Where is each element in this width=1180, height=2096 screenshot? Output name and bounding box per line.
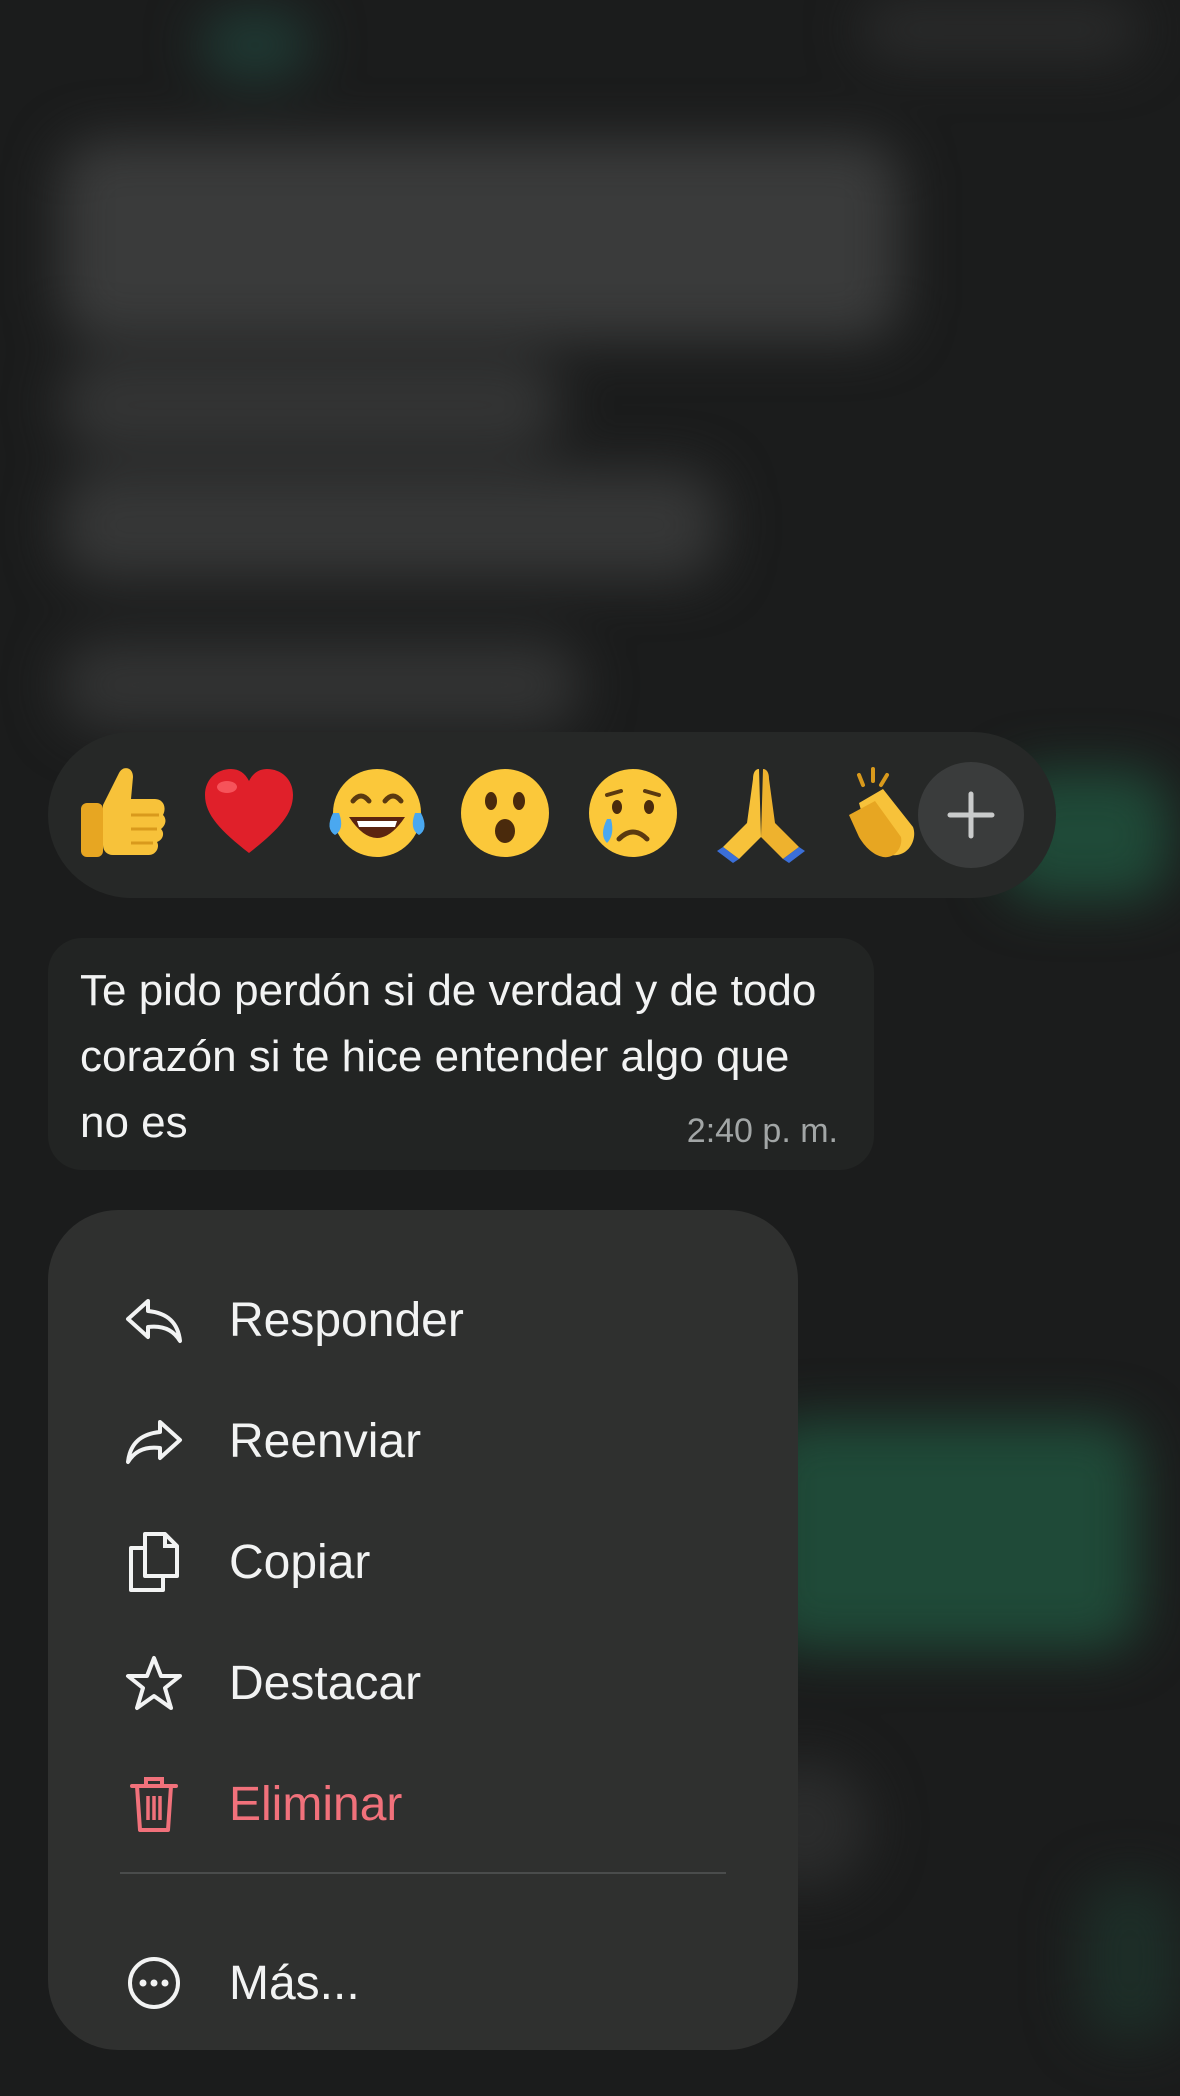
plus-icon bbox=[946, 790, 996, 840]
folded-hands-emoji[interactable] bbox=[706, 758, 816, 868]
thumbs-up-emoji[interactable] bbox=[66, 758, 176, 868]
menu-item-reenviar[interactable]: Reenviar bbox=[48, 1386, 798, 1496]
menu-label: Más... bbox=[229, 1956, 360, 2010]
forward-icon bbox=[124, 1411, 184, 1471]
menu-item-destacar[interactable]: Destacar bbox=[48, 1628, 798, 1738]
menu-item-mas[interactable]: Más... bbox=[48, 1928, 798, 2038]
menu-label: Eliminar bbox=[229, 1777, 403, 1831]
menu-item-responder[interactable]: Responder bbox=[48, 1265, 798, 1375]
menu-divider bbox=[120, 1872, 726, 1874]
message-time: 2:40 p. m. bbox=[686, 1112, 838, 1150]
heart-emoji[interactable] bbox=[194, 758, 304, 868]
screen: Te pido perdón si de verdad y de todo co… bbox=[0, 0, 1180, 2096]
reply-icon bbox=[124, 1290, 184, 1350]
star-icon bbox=[124, 1653, 184, 1713]
crying-emoji[interactable] bbox=[578, 758, 688, 868]
add-reaction-button[interactable] bbox=[918, 762, 1024, 868]
menu-label: Reenviar bbox=[229, 1414, 422, 1468]
copy-icon bbox=[124, 1532, 184, 1592]
menu-label: Destacar bbox=[229, 1656, 422, 1710]
reaction-bar bbox=[48, 732, 1056, 898]
message-bubble[interactable]: Te pido perdón si de verdad y de todo co… bbox=[48, 938, 874, 1170]
menu-label: Copiar bbox=[229, 1535, 371, 1589]
laughing-tears-emoji[interactable] bbox=[322, 758, 432, 868]
menu-label: Responder bbox=[229, 1293, 464, 1347]
menu-item-eliminar[interactable]: Eliminar bbox=[48, 1749, 798, 1859]
surprised-emoji[interactable] bbox=[450, 758, 560, 868]
context-menu: Responder Reenviar Copiar Destacar Elimi… bbox=[48, 1210, 798, 2050]
menu-item-copiar[interactable]: Copiar bbox=[48, 1507, 798, 1617]
more-dots-icon bbox=[124, 1953, 184, 2013]
trash-icon bbox=[124, 1774, 184, 1834]
